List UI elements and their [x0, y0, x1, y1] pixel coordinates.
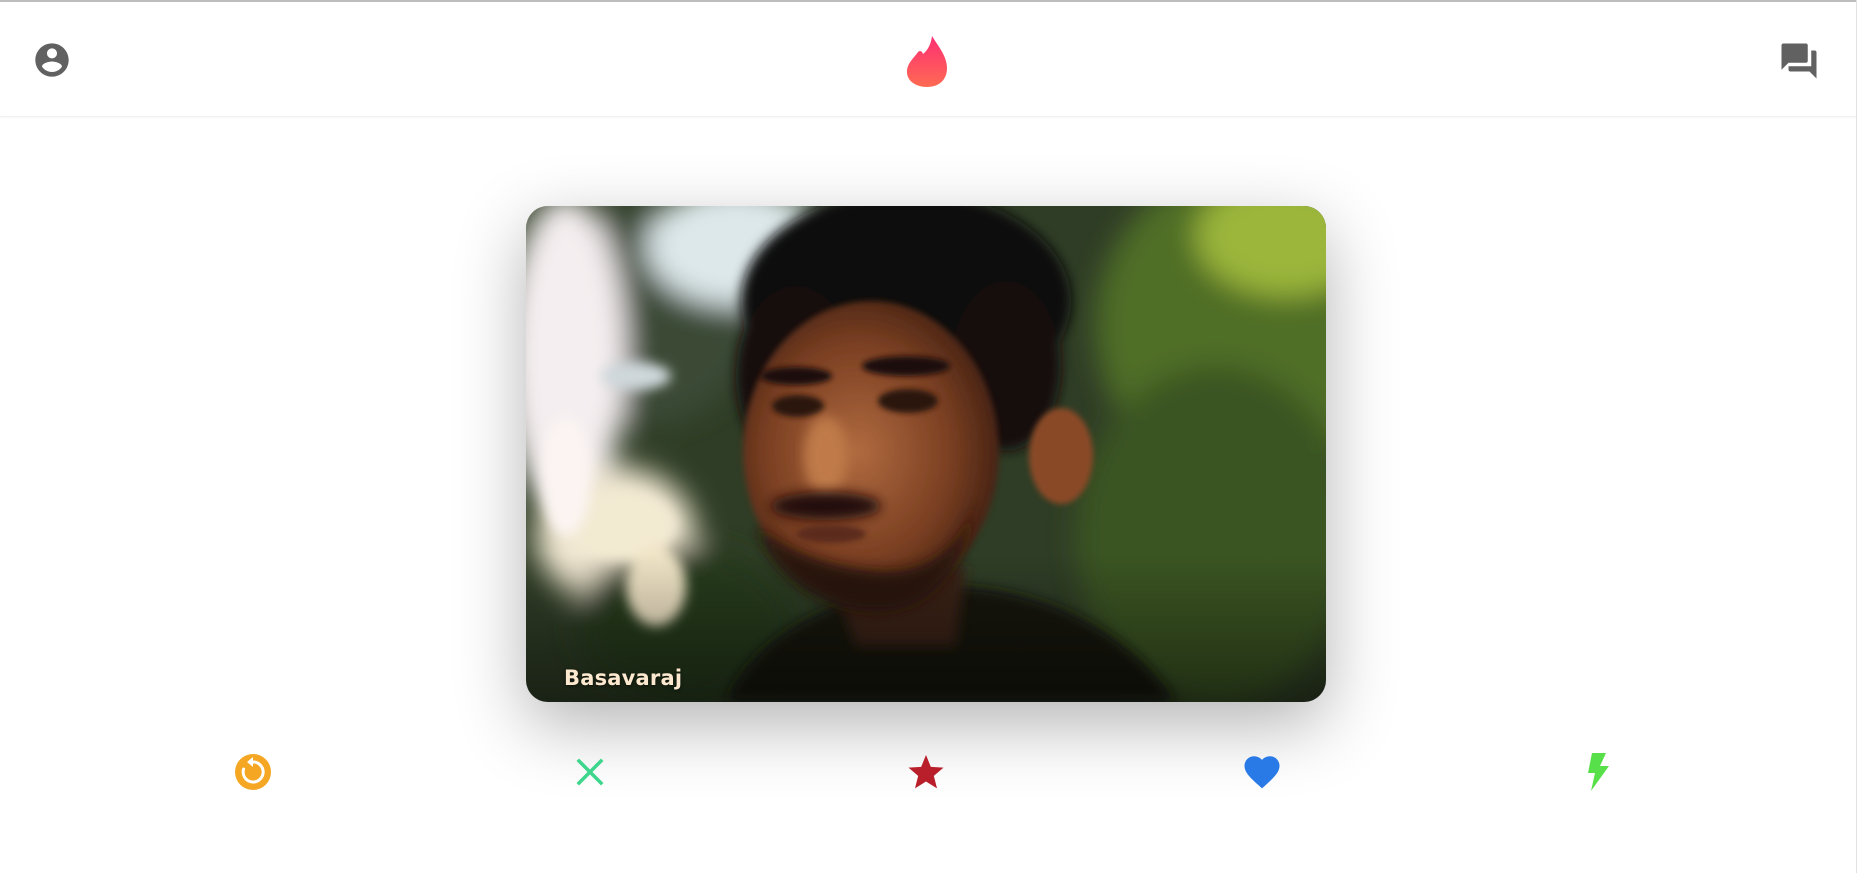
profile-button[interactable] [30, 38, 74, 82]
profile-photo [526, 206, 1326, 702]
app-page: Basavaraj [0, 0, 1857, 873]
favorite-icon [1244, 756, 1280, 789]
forum-icon [1781, 43, 1817, 79]
messages-button[interactable] [1775, 38, 1823, 84]
rewind-button[interactable] [223, 742, 283, 802]
boost-button[interactable] [1568, 742, 1628, 802]
star-icon [908, 755, 944, 789]
profile-name: Basavaraj [564, 666, 683, 690]
tinder-logo [900, 32, 954, 90]
app-header [0, 2, 1857, 117]
replay-icon [235, 754, 271, 790]
tinder-flame-icon [907, 36, 947, 87]
super-like-button[interactable] [896, 742, 956, 802]
close-icon [576, 758, 604, 786]
flash-icon [1588, 753, 1609, 791]
nope-button[interactable] [560, 742, 620, 802]
action-bar [0, 742, 1857, 802]
like-button[interactable] [1232, 742, 1292, 802]
profile-card[interactable]: Basavaraj [526, 206, 1326, 702]
account-circle-icon [35, 43, 69, 77]
